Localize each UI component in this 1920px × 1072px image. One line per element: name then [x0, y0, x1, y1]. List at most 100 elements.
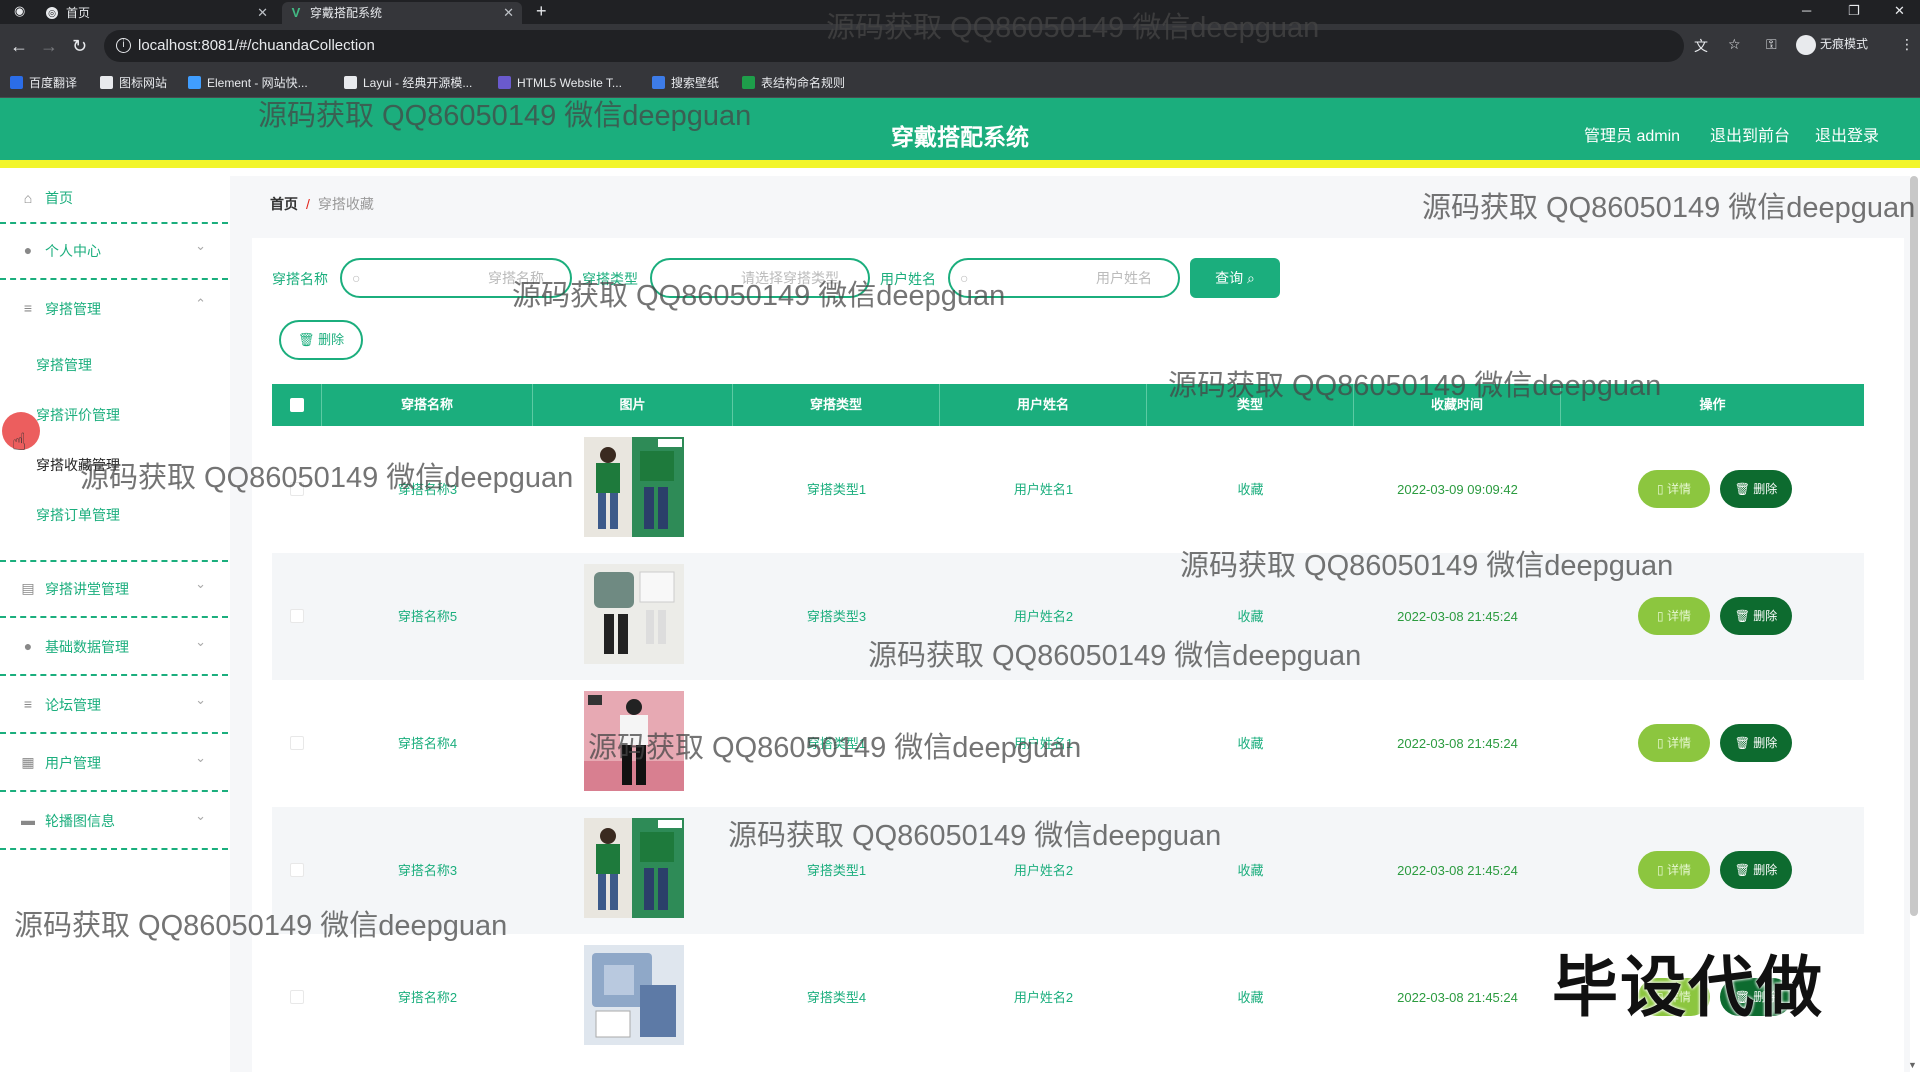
incognito-indicator[interactable]: 无痕模式	[1796, 35, 1868, 55]
logout-link[interactable]: 退出登录	[1815, 122, 1879, 146]
delete-button[interactable]: 🗑 删除	[1720, 724, 1792, 762]
row-checkbox[interactable]	[290, 482, 304, 496]
tab-outfit-system[interactable]: V 穿戴搭配系统 ✕	[282, 2, 522, 24]
reload-icon[interactable]: ↻	[72, 36, 87, 56]
forward-icon[interactable]: →	[40, 36, 58, 56]
chevron-down-icon: ⌄	[195, 750, 206, 765]
placeholder: 请选择穿搭类型	[741, 270, 839, 286]
bookmark-layui[interactable]: Layui - 经典开源模...	[344, 74, 472, 92]
sidebar-item-base-data[interactable]: ● 基础数据管理 ⌄	[0, 620, 228, 676]
translate-icon	[10, 76, 23, 89]
filter-user-input[interactable]: ○ 用户姓名	[948, 258, 1180, 298]
app-header: 穿戴搭配系统 管理员 admin 退出到前台 退出登录	[0, 98, 1920, 168]
close-tab-icon[interactable]: ✕	[257, 2, 268, 24]
browser-toolbar: ← → ↻ i localhost:8081/#/chuandaCollecti…	[0, 24, 1920, 68]
cell-type: 穿搭类型1	[806, 482, 867, 497]
cell-user: 用户姓名2	[1013, 990, 1074, 1005]
sidebar-item-users[interactable]: ▦ 用户管理 ⌄	[0, 736, 228, 792]
scroll-down-icon[interactable]: ▼	[1908, 1060, 1917, 1070]
new-tab-button[interactable]: +	[536, 1, 547, 22]
bookmark-baidu-translate[interactable]: 百度翻译	[10, 74, 77, 92]
chevron-up-icon: ⌃	[195, 296, 206, 311]
row-checkbox[interactable]	[290, 990, 304, 1004]
delete-button[interactable]: 🗑 删除	[1720, 597, 1792, 635]
sidebar-item-carousel[interactable]: ▬ 轮播图信息 ⌄	[0, 794, 228, 850]
filter-type-label: 穿搭类型	[582, 271, 638, 287]
bookmark-label: Layui - 经典开源模...	[363, 76, 473, 90]
placeholder: 穿搭名称	[488, 270, 544, 286]
detail-button[interactable]: ▯ 详情	[1638, 724, 1710, 762]
doc-icon: ▯	[1657, 609, 1664, 623]
sidebar-item-home[interactable]: ⌂ 首页	[0, 176, 228, 224]
bookmark-html5[interactable]: HTML5 Website T...	[498, 74, 622, 92]
col-type: 穿搭类型	[733, 384, 940, 426]
close-window-button[interactable]: ✕	[1894, 0, 1905, 22]
chrome-menu-icon[interactable]: ◉	[14, 0, 25, 22]
delete-button[interactable]: 🗑 删除	[1720, 470, 1792, 508]
more-menu-icon[interactable]: ⋮	[1900, 36, 1914, 53]
address-bar[interactable]: i localhost:8081/#/chuandaCollection	[104, 30, 1684, 62]
vue-icon: V	[291, 5, 301, 20]
back-to-front-link[interactable]: 退出到前台	[1710, 122, 1790, 146]
tab-home[interactable]: ◎ 首页 ✕	[38, 2, 276, 24]
sidebar-item-label: 轮播图信息	[45, 813, 115, 829]
detail-button[interactable]: ▯ 详情	[1638, 597, 1710, 635]
close-tab-icon[interactable]: ✕	[503, 2, 514, 24]
batch-delete-button[interactable]: 🗑 删除	[279, 320, 363, 360]
bookmark-label: HTML5 Website T...	[517, 76, 622, 90]
row-checkbox[interactable]	[290, 863, 304, 877]
sidebar-subitem-orders[interactable]: 穿搭订单管理	[36, 505, 120, 525]
translate-icon[interactable]: 文	[1694, 36, 1708, 56]
bookmark-table-naming[interactable]: 表结构命名规则	[742, 74, 845, 92]
row-checkbox[interactable]	[290, 736, 304, 750]
tab-title: 穿戴搭配系统	[310, 6, 383, 20]
breadcrumb-current: 穿搭收藏	[317, 196, 374, 212]
detail-button[interactable]: ▯ 详情	[1638, 851, 1710, 889]
filter-name-label: 穿搭名称	[272, 271, 328, 287]
page-scrollbar[interactable]	[1910, 176, 1918, 916]
chevron-down-icon: ⌄	[195, 808, 206, 823]
col-photo: 图片	[533, 384, 733, 426]
bookmark-wallpaper[interactable]: 搜索壁纸	[652, 74, 719, 92]
row-checkbox[interactable]	[290, 609, 304, 623]
filter-type-select[interactable]: 请选择穿搭类型	[650, 258, 870, 298]
sidebar-item-label[interactable]: 穿搭管理	[45, 299, 101, 319]
trash-icon: 🗑	[1734, 482, 1750, 496]
doc-icon: ▯	[1657, 863, 1664, 877]
bookmark-element[interactable]: Element - 网站快...	[188, 74, 308, 92]
outfit-photo	[584, 437, 684, 537]
hand-cursor-icon: ☝	[12, 429, 27, 456]
delete-button[interactable]: 🗑 删除	[1720, 851, 1792, 889]
bookmark-icon-site[interactable]: 图标网站	[100, 74, 167, 92]
chevron-down-icon: ⌄	[195, 238, 206, 253]
cell-name: 穿搭名称2	[397, 990, 458, 1005]
minimize-button[interactable]: ─	[1802, 0, 1811, 22]
site-info-icon[interactable]: i	[116, 38, 131, 53]
back-icon[interactable]: ←	[10, 36, 28, 56]
chevron-down-icon: ⌄	[195, 576, 206, 591]
sidebar-item-forum[interactable]: ≡ 论坛管理 ⌄	[0, 678, 228, 734]
breadcrumb-home[interactable]: 首页	[270, 196, 298, 212]
trash-icon: 🗑	[1734, 736, 1750, 750]
sidebar-subitem-collection[interactable]: 穿搭收藏管理	[36, 455, 120, 475]
filter-user-label: 用户姓名	[880, 271, 936, 287]
doc-icon: ▯	[1657, 482, 1664, 496]
sidebar-subitem-outfit[interactable]: 穿搭管理	[36, 355, 92, 375]
bookmark-label: 搜索壁纸	[671, 76, 720, 90]
key-icon[interactable]: ⚿	[1766, 36, 1777, 53]
col-time: 收藏时间	[1354, 384, 1561, 426]
detail-button[interactable]: ▯ 详情	[1638, 470, 1710, 508]
sidebar-subitem-review[interactable]: 穿搭评价管理	[36, 405, 120, 425]
filter-name-input[interactable]: ○ 穿搭名称	[340, 258, 572, 298]
query-button[interactable]: 查询 ⌕	[1190, 258, 1280, 298]
tab-title: 首页	[66, 6, 91, 20]
outfit-photo	[584, 691, 684, 791]
sidebar-item-personal[interactable]: ● 个人中心 ⌄	[0, 224, 228, 280]
incognito-label: 无痕模式	[1820, 37, 1869, 52]
star-icon[interactable]: ☆	[1728, 36, 1741, 53]
table-row: 穿搭名称3 穿搭类型1 用户姓名1 收藏 2022-03-09 09:09:42 ▯ 详情…	[272, 426, 1864, 553]
briefcase-icon: ▬	[21, 812, 35, 828]
select-all-checkbox[interactable]	[290, 398, 304, 412]
restore-button[interactable]: ❐	[1848, 0, 1860, 22]
sidebar-item-lecture[interactable]: ▤ 穿搭讲堂管理 ⌄	[0, 562, 228, 618]
